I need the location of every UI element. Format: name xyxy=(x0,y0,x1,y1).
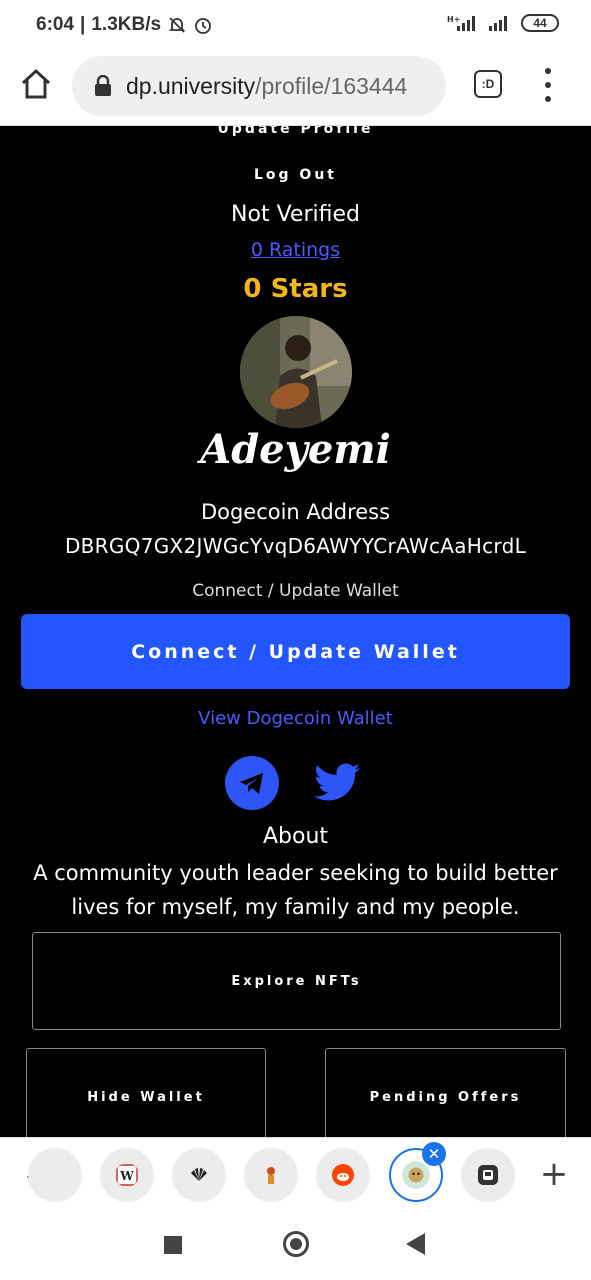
pending-offers-button[interactable]: Pending Offers xyxy=(325,1048,566,1137)
signal-hplus-icon: H+ xyxy=(447,15,475,31)
alarm-icon xyxy=(195,18,211,34)
url-text: dp.university/profile/163444 xyxy=(126,73,407,100)
profile-page: Update Profile Log Out Not Verified 0 Ra… xyxy=(0,126,591,1137)
tab-strip: W ✕ + xyxy=(0,1137,591,1210)
status-right: H+ 44 xyxy=(447,14,559,32)
wiki-favicon: W xyxy=(116,1164,138,1186)
wallet-hint: Connect / Update Wallet xyxy=(192,581,399,601)
reddit-favicon xyxy=(332,1164,354,1186)
tab-chip-nbc[interactable] xyxy=(172,1148,226,1202)
social-links xyxy=(225,756,363,810)
about-title: About xyxy=(262,824,329,849)
url-domain: dp.university xyxy=(126,72,256,99)
log-out-link[interactable]: Log Out xyxy=(0,167,591,183)
hide-wallet-button[interactable]: Hide Wallet xyxy=(26,1048,266,1137)
status-left: 6:04 | 1.3KB/s xyxy=(36,14,213,36)
profile-name: Adeyemi xyxy=(200,426,391,473)
avatar xyxy=(240,316,352,428)
signal-icon xyxy=(489,16,507,31)
status-separator: | xyxy=(80,14,86,35)
view-wallet-link[interactable]: View Dogecoin Wallet xyxy=(0,708,591,729)
tab-chip-wiki[interactable]: W xyxy=(100,1148,154,1202)
recents-icon[interactable] xyxy=(164,1236,182,1254)
status-bar: 6:04 | 1.3KB/s H+ 44 xyxy=(0,0,591,52)
back-icon[interactable] xyxy=(406,1233,425,1255)
address-value: DBRGQ7GX2JWGcYvqD6AWYYCrAWcAaHcrdL xyxy=(64,534,527,558)
android-nav-bar xyxy=(0,1210,591,1280)
tab-chip-partial[interactable] xyxy=(28,1148,82,1202)
browser-toolbar: dp.university/profile/163444 :D xyxy=(0,52,591,126)
url-path: /profile/163444 xyxy=(255,72,408,99)
address-label: Dogecoin Address xyxy=(200,500,391,524)
ratings-link[interactable]: 0 Ratings xyxy=(0,239,591,261)
update-profile-link[interactable]: Update Profile xyxy=(0,126,591,137)
explore-nfts-button[interactable]: Explore NFTs xyxy=(32,932,561,1030)
status-speed: 1.3KB/s xyxy=(91,14,162,35)
telegram-icon[interactable] xyxy=(225,756,279,810)
twitter-icon[interactable] xyxy=(313,758,363,808)
status-time: 6:04 xyxy=(36,14,75,35)
tab-chip-game[interactable] xyxy=(244,1148,298,1202)
tab-switcher-button[interactable]: :D xyxy=(474,70,502,98)
tab-chip-dark-app[interactable] xyxy=(461,1148,515,1202)
mute-bell-icon xyxy=(168,17,186,33)
svg-text:W: W xyxy=(119,1169,134,1183)
new-tab-icon[interactable]: + xyxy=(536,1156,572,1192)
close-tab-icon[interactable]: ✕ xyxy=(422,1142,446,1166)
stars-count: 0 Stars xyxy=(243,274,348,304)
doge-favicon xyxy=(402,1161,430,1189)
lock-icon xyxy=(95,75,111,96)
dark-app-favicon xyxy=(478,1165,498,1185)
avatar-photo xyxy=(240,316,352,428)
svg-text:H+: H+ xyxy=(447,15,460,24)
home-icon[interactable] xyxy=(18,66,54,102)
verification-status: Not Verified xyxy=(231,202,360,227)
overflow-menu-icon[interactable] xyxy=(538,68,558,102)
nbc-favicon xyxy=(191,1168,207,1181)
connect-wallet-button[interactable]: Connect / Update Wallet xyxy=(21,614,570,689)
tab-chip-reddit[interactable] xyxy=(316,1148,370,1202)
url-bar[interactable]: dp.university/profile/163444 xyxy=(72,56,446,116)
battery-icon: 44 xyxy=(521,14,559,32)
about-text: A community youth leader seeking to buil… xyxy=(33,861,558,919)
home-nav-icon[interactable] xyxy=(283,1231,309,1257)
game-favicon xyxy=(267,1167,275,1184)
